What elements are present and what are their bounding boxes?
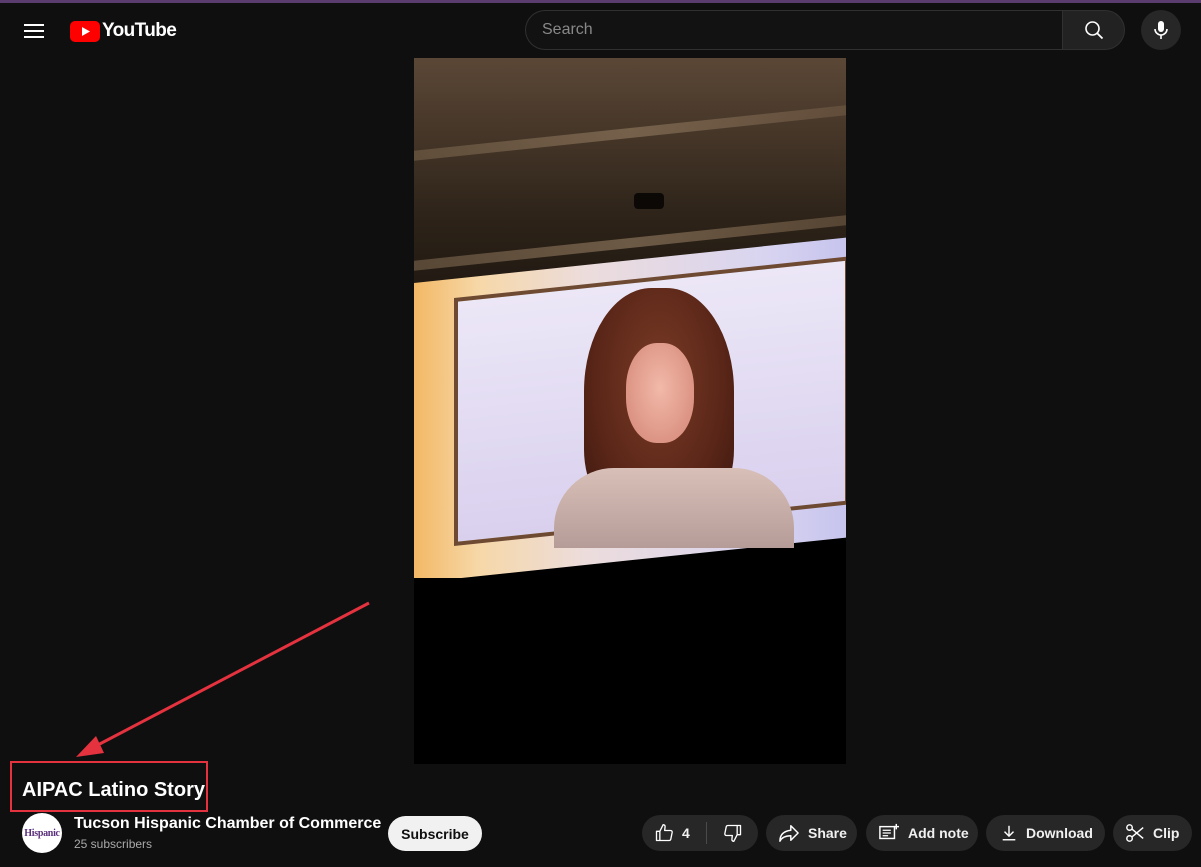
clip-label: Clip	[1153, 825, 1180, 841]
logo-text: YouTube	[102, 20, 177, 41]
download-label: Download	[1026, 825, 1093, 841]
scissors-icon	[1126, 824, 1144, 842]
video-player[interactable]	[414, 58, 846, 764]
youtube-play-icon	[70, 20, 100, 42]
share-button[interactable]: Share	[766, 815, 857, 851]
microphone-icon	[1154, 21, 1168, 39]
like-dislike-group: 4	[642, 815, 758, 851]
share-icon	[779, 825, 799, 842]
search-icon	[1084, 21, 1103, 40]
search-box	[525, 10, 1125, 50]
search-button[interactable]	[1062, 10, 1125, 50]
avatar-text: Hispanic	[24, 827, 60, 839]
clip-button[interactable]: Clip	[1113, 815, 1192, 851]
dislike-button[interactable]	[707, 815, 758, 851]
download-icon	[1002, 825, 1016, 841]
download-button[interactable]: Download	[986, 815, 1105, 851]
thumbs-up-icon	[655, 824, 673, 842]
menu-icon[interactable]	[14, 11, 54, 51]
add-note-icon	[879, 823, 899, 840]
subscribe-button[interactable]: Subscribe	[388, 816, 482, 851]
subscriber-count: 25 subscribers	[74, 837, 153, 851]
video-title: AIPAC Latino Story	[22, 779, 205, 801]
add-note-button[interactable]: Add note	[866, 815, 978, 851]
youtube-logo[interactable]: YouTube	[70, 20, 177, 42]
channel-name[interactable]: Tucson Hispanic Chamber of Commerce	[74, 815, 381, 833]
thumbs-down-icon	[723, 824, 741, 842]
share-label: Share	[808, 825, 847, 841]
like-button[interactable]: 4	[642, 815, 706, 851]
add-note-label: Add note	[908, 825, 969, 841]
search-input[interactable]	[525, 10, 1062, 50]
like-count: 4	[682, 825, 690, 841]
video-frame	[414, 58, 846, 764]
masthead: YouTube	[0, 3, 1201, 57]
channel-avatar[interactable]: Hispanic	[22, 813, 62, 853]
voice-search-button[interactable]	[1141, 10, 1181, 50]
